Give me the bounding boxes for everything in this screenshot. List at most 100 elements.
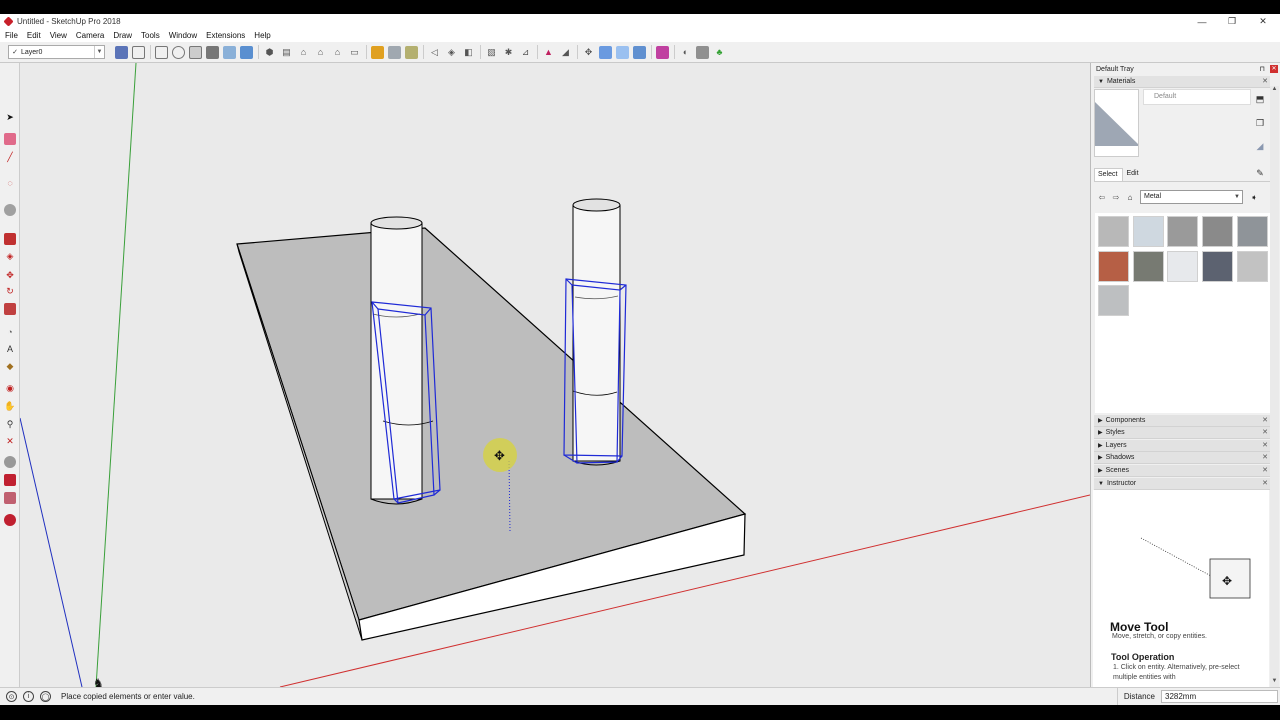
material-swatch[interactable] [1202, 216, 1233, 247]
set-default-material-icon[interactable]: ◢ [1254, 140, 1266, 152]
material-swatch[interactable] [1133, 251, 1164, 282]
iso-view-icon[interactable] [240, 45, 253, 59]
hidden-line-style-icon[interactable] [172, 45, 185, 59]
warehouse-tool-icon[interactable] [4, 514, 16, 526]
zoom-extents-tool-icon[interactable]: ✕ [4, 435, 16, 447]
circle-tool-icon[interactable] [4, 204, 16, 216]
material-swatch[interactable] [1133, 216, 1164, 247]
tab-select[interactable]: Select [1094, 168, 1124, 181]
materials-panel-header[interactable]: ▼ Materials ✕ [1094, 76, 1270, 88]
wireframe-style-icon[interactable] [155, 45, 168, 59]
union-icon[interactable]: ⊿ [519, 46, 532, 59]
select-arrow-icon[interactable]: ➤ [4, 111, 16, 123]
panel-close-icon[interactable]: ✕ [1262, 452, 1268, 464]
back-edges-style-icon[interactable] [132, 45, 145, 59]
components-panel-header[interactable]: ▶ Components ✕ [1094, 415, 1270, 427]
panel-close-icon[interactable]: ✕ [1262, 465, 1268, 477]
panel-close-icon[interactable]: ✕ [1262, 427, 1268, 439]
material-name-field[interactable]: Default [1143, 89, 1251, 105]
material-swatch[interactable] [1167, 251, 1198, 282]
instructor-panel-header[interactable]: ▼ Instructor ✕ [1094, 478, 1270, 490]
close-button[interactable]: ✕ [1248, 14, 1278, 29]
material-swatch[interactable] [1098, 285, 1129, 316]
eraser-icon[interactable] [4, 133, 16, 145]
match-photo-icon[interactable]: ♣ [713, 46, 726, 59]
layers-panel-header[interactable]: ▶ Layers ✕ [1094, 440, 1270, 452]
panel-close-icon[interactable]: ✕ [1262, 76, 1268, 88]
details-arrow-icon[interactable]: ➧ [1248, 193, 1260, 202]
menu-draw[interactable]: Draw [113, 31, 132, 40]
maximize-button[interactable]: ❐ [1217, 14, 1247, 29]
flip-along-icon[interactable]: ▲ [542, 46, 555, 59]
back-arrow-icon[interactable]: ⇦ [1096, 193, 1108, 202]
tray-close-icon[interactable]: ✕ [1270, 65, 1278, 73]
front-view-icon[interactable]: ⌂ [297, 46, 310, 59]
sample-paint-icon[interactable]: ✎ [1254, 167, 1266, 179]
panel-close-icon[interactable]: ✕ [1262, 415, 1268, 427]
minimize-button[interactable]: — [1187, 14, 1217, 29]
previous-view-icon[interactable] [616, 45, 629, 59]
material-swatch[interactable] [1098, 216, 1129, 247]
iso-view-icon[interactable]: ⬢ [263, 46, 276, 59]
panel-close-icon[interactable]: ✕ [1262, 440, 1268, 452]
xray-style-icon[interactable] [115, 45, 128, 59]
modeling-viewport[interactable]: ✥ ♞ [20, 63, 1090, 687]
material-swatch[interactable] [1202, 251, 1233, 282]
menu-help[interactable]: Help [254, 31, 270, 40]
zoom-tool-icon[interactable]: ⚲ [4, 418, 16, 430]
shaded-style-icon[interactable] [189, 45, 202, 59]
soften-edges-icon[interactable]: ◢ [559, 46, 572, 59]
geo-location-icon[interactable]: ⊙ [6, 691, 17, 702]
material-swatch[interactable] [1237, 216, 1268, 247]
scale-tool-icon[interactable] [4, 303, 16, 315]
create-material-icon[interactable]: ❒ [1254, 117, 1266, 129]
material-swatch[interactable] [1098, 251, 1129, 282]
forward-arrow-icon[interactable]: ⇨ [1110, 193, 1122, 202]
pan-tool-icon[interactable]: ✋ [4, 400, 16, 412]
menu-camera[interactable]: Camera [76, 31, 104, 40]
tab-edit[interactable]: Edit [1123, 168, 1143, 181]
tray-scrollbar[interactable]: ▲ ▼ [1270, 86, 1279, 687]
left-view-icon[interactable]: ▭ [348, 46, 361, 59]
next-view-icon[interactable] [633, 45, 646, 59]
move-tool-icon[interactable]: ✥ [4, 269, 16, 281]
text-tool-icon[interactable]: A [4, 343, 16, 355]
back-view-icon[interactable]: ⌂ [331, 46, 344, 59]
pin-icon[interactable]: ⊓ [1260, 64, 1265, 75]
menu-edit[interactable]: Edit [27, 31, 41, 40]
freehand-icon[interactable]: ◌ [4, 177, 16, 189]
top-view-icon[interactable]: ▤ [280, 46, 293, 59]
scenes-panel-header[interactable]: ▶ Scenes ✕ [1094, 465, 1270, 477]
scroll-down-icon[interactable]: ▼ [1270, 678, 1279, 686]
look-around-icon[interactable] [4, 492, 16, 504]
pencil-line-icon[interactable]: ╱ [4, 151, 16, 163]
display-secondary-pane-icon[interactable]: ⬒ [1254, 93, 1266, 105]
menu-extensions[interactable]: Extensions [206, 31, 245, 40]
outer-shell-icon[interactable]: ▧ [485, 46, 498, 59]
user-account-icon[interactable]: ◯ [40, 691, 51, 702]
warehouse-icon[interactable] [388, 45, 401, 59]
paint-bucket-icon[interactable]: ◆ [4, 360, 16, 372]
info-icon[interactable]: i [23, 691, 34, 702]
tape-measure-icon[interactable]: ◔ [4, 326, 16, 338]
measurement-input[interactable]: 3282mm [1161, 690, 1278, 703]
shaded-textures-style-icon[interactable] [206, 45, 219, 59]
material-library-select[interactable]: Metal ▼ [1140, 190, 1243, 204]
material-swatch[interactable] [1237, 251, 1268, 282]
section-plane-icon[interactable]: ◁ [428, 46, 441, 59]
component-icon[interactable] [371, 45, 384, 59]
shadows-icon[interactable]: ◐ [679, 46, 692, 59]
section-cut-icon[interactable]: ◧ [462, 46, 475, 59]
walk-icon[interactable] [4, 474, 16, 486]
orbit-tool-icon[interactable]: ◉ [4, 382, 16, 394]
section-display-icon[interactable]: ◈ [445, 46, 458, 59]
menu-window[interactable]: Window [169, 31, 197, 40]
material-swatch[interactable] [1167, 216, 1198, 247]
styles-panel-header[interactable]: ▶ Styles ✕ [1094, 427, 1270, 439]
panel-close-icon[interactable]: ✕ [1262, 478, 1268, 490]
fog-icon[interactable] [696, 45, 709, 59]
push-pull-icon[interactable] [4, 233, 16, 245]
position-camera-icon[interactable] [4, 456, 16, 468]
menu-view[interactable]: View [50, 31, 67, 40]
menu-file[interactable]: File [5, 31, 18, 40]
